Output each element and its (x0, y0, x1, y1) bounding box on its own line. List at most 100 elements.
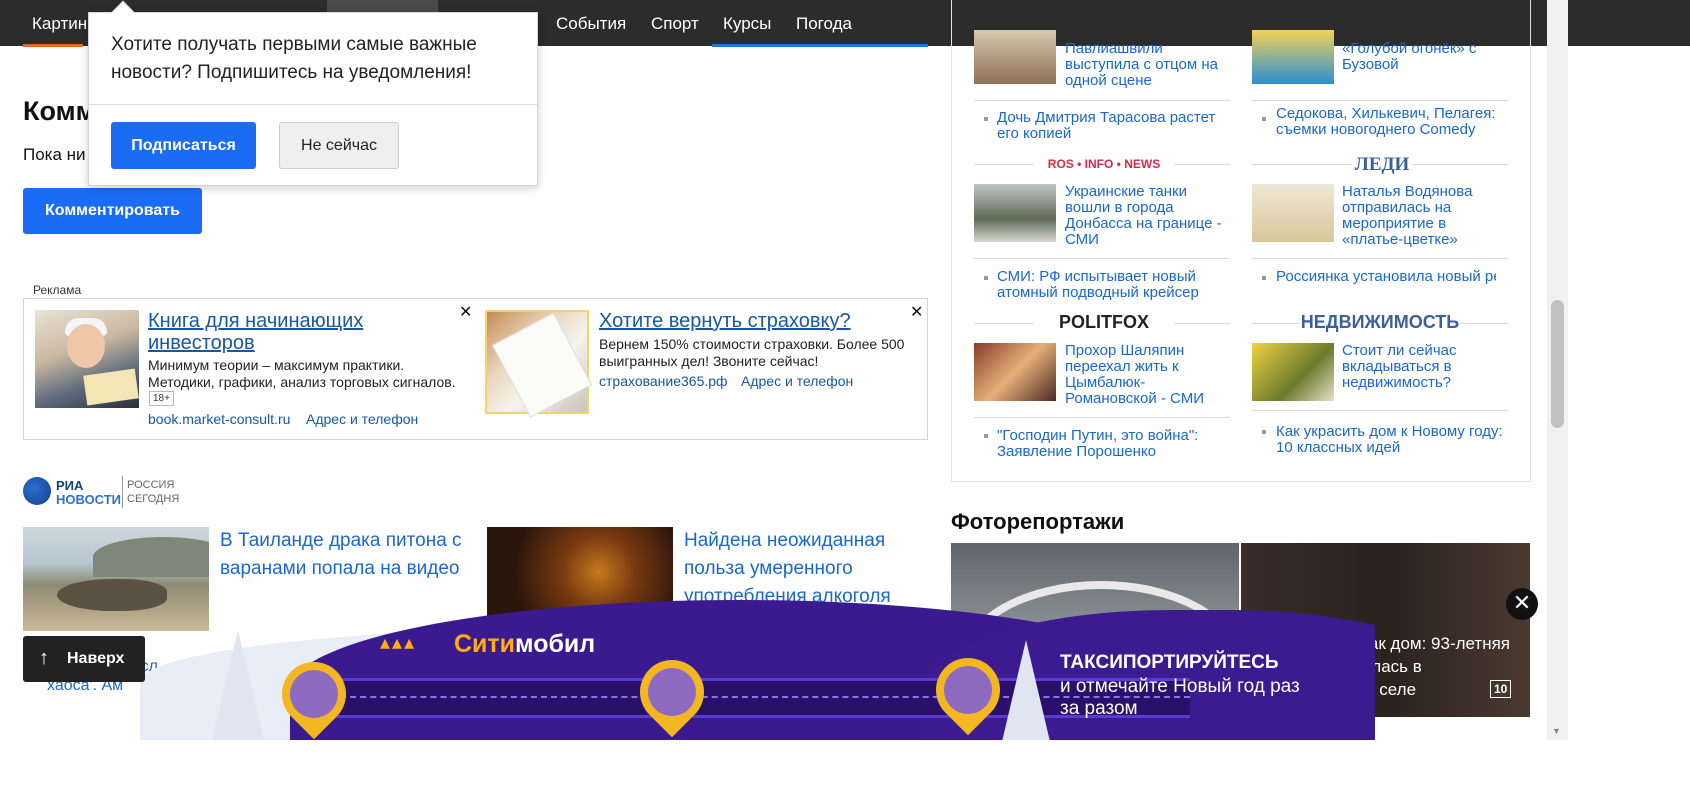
divider (1174, 164, 1230, 165)
ad-image-book (83, 368, 139, 406)
not-now-button[interactable]: Не сейчас (279, 122, 399, 169)
ad-investor-image[interactable] (35, 310, 139, 408)
page-scrollbar[interactable]: ▼ (1547, 0, 1568, 740)
ad-investor-text: Минимум теории – максимум практики. Мето… (148, 357, 456, 390)
bullet (1262, 276, 1266, 280)
ad-investor-title[interactable]: Книга для начинающих инвесторов (148, 310, 408, 354)
news-thumbnail[interactable] (1252, 30, 1334, 84)
news-thumbnail-vodianova[interactable] (1252, 184, 1334, 242)
photo-count-badge: 10 (1490, 680, 1512, 698)
news-link[interactable]: Павлиашвили выступила с отцом на одной с… (1065, 41, 1230, 89)
news-thumbnail-realty[interactable] (1252, 343, 1334, 401)
bullet (1262, 117, 1266, 121)
section-underline-orange (23, 44, 83, 47)
divider (1412, 164, 1508, 165)
nav-item-rates[interactable]: Курсы (723, 14, 771, 34)
ria-logo-line1: РИА (56, 478, 84, 493)
rosinfonews-logo[interactable]: ROS • INFO • NEWS (1034, 157, 1174, 171)
logo-part2: мобил (515, 630, 596, 658)
news-link[interactable]: Стоит ли сейчас вкладываться в недвижимо… (1342, 343, 1507, 391)
bottom-strip (0, 740, 1690, 798)
popup-divider (89, 104, 539, 105)
ria-logo-separator (122, 476, 123, 508)
nav-item-events[interactable]: События (556, 14, 626, 34)
divider (1174, 323, 1230, 324)
news-thumbnail[interactable] (974, 30, 1056, 84)
banner-slogan: ТАКСИПОРТИРУЙТЕСЬ (1060, 652, 1279, 673)
divider (1252, 410, 1508, 411)
section-underline-blue (712, 44, 928, 47)
ad-investor-address-link[interactable]: Адрес и телефон (306, 411, 418, 427)
scrollbar-thumb[interactable] (1551, 300, 1564, 428)
photo-reports-title: Фоторепортажи (951, 509, 1125, 534)
partner-news-box: Павлиашвили выступила с отцом на одной с… (951, 0, 1531, 482)
news-link[interactable]: Прохор Шаляпин переехал жить к Цымбалюк-… (1065, 343, 1230, 407)
ad-investor-domain[interactable]: book.market-consult.ru (148, 411, 290, 427)
bullet (984, 117, 988, 121)
news-thumbnail-tank[interactable] (974, 184, 1056, 242)
comments-title: Комм (23, 96, 96, 126)
divider (1252, 258, 1508, 259)
comments-empty-text: Пока ни (23, 145, 86, 164)
nav-item-pictures[interactable]: Картин (32, 14, 87, 34)
news-link[interactable]: Седокова, Хилькевич, Пелагея: съемки нов… (1276, 106, 1506, 138)
ria-novosti-logo[interactable]: РИА НОВОСТИ РОССИЯ СЕГОДНЯ (23, 474, 183, 510)
ad-image-face (67, 324, 105, 368)
news-link[interactable]: Россиянка установила новый рекорд по кол… (1276, 269, 1496, 285)
news-link[interactable]: Как украсить дом к Новому году: 10 класс… (1276, 424, 1506, 456)
scroll-down-arrow-icon[interactable]: ▼ (1552, 726, 1561, 736)
news-link[interactable]: Найдена неожиданная польза умеренного уп… (684, 527, 924, 611)
subscribe-popup: Хотите получать первыми самые важные нов… (88, 0, 539, 186)
comment-button[interactable]: Комментировать (23, 188, 202, 234)
news-link[interactable]: Наталья Водянова отправилась на мероприя… (1342, 184, 1507, 248)
politfox-logo[interactable]: POLITFOX (1034, 312, 1174, 333)
ad-insurance-image[interactable] (485, 310, 593, 418)
logo-part1: Сити (454, 630, 516, 658)
ad-block: Книга для начинающих инвесторов Минимум … (23, 298, 928, 440)
subscribe-button[interactable]: Подписаться (111, 122, 256, 169)
bullet (984, 434, 988, 438)
divider (974, 323, 1034, 324)
ad-insurance-address-link[interactable]: Адрес и телефон (741, 373, 853, 389)
ad-insurance-text: Вернем 150% стоимости страховки. Более 5… (599, 336, 905, 369)
popup-message: Хотите получать первыми самые важные нов… (111, 34, 477, 83)
nav-item-weather[interactable]: Погода (796, 14, 852, 34)
banner-subslogan: и отмечайте Новый год раз за разом (1060, 676, 1300, 719)
thumb-hill (93, 537, 209, 577)
news-link[interactable]: Украинские танки вошли в города Донбасса… (1065, 184, 1230, 248)
ad-label: Реклама (33, 283, 82, 297)
news-link[interactable]: СМИ: РФ испытывает новый атомный подводн… (997, 269, 1227, 301)
news-thumbnail-shalyapin[interactable] (974, 343, 1056, 401)
news-link[interactable]: Дочь Дмитрия Тарасова растет его копией (997, 110, 1227, 142)
tree-icon (212, 630, 264, 740)
bullet (1262, 430, 1266, 434)
back-to-top-button[interactable]: ↑ Наверх (23, 636, 145, 682)
nav-item-sport[interactable]: Спорт (651, 14, 699, 34)
news-link[interactable]: "Господин Путин, это война": Заявление П… (997, 428, 1227, 460)
bullet (984, 276, 988, 280)
ria-logo-side: РОССИЯ СЕГОДНЯ (127, 479, 180, 505)
arrow-up-icon: ↑ (39, 647, 49, 669)
tree-icon (1000, 640, 1052, 740)
ad-insurance-domain[interactable]: страхование365.рф (599, 373, 728, 389)
divider (974, 164, 1034, 165)
close-icon[interactable]: ✕ (1506, 588, 1538, 620)
back-to-top-label: Наверх (67, 650, 125, 667)
news-link[interactable]: «Голубой огонёк» с Бузовой (1342, 41, 1507, 73)
citymobil-logo-icon: ▴▴▴ (380, 632, 417, 654)
divider (1252, 323, 1300, 324)
ad-close-icon[interactable]: ✕ (910, 302, 923, 322)
citymobil-banner[interactable]: ▴▴▴ Ситимобил ТАКСИПОРТИРУЙТЕСЬ и отмеча… (140, 600, 1375, 740)
ad-image-paper (491, 312, 593, 418)
divider (1460, 323, 1508, 324)
news-link[interactable]: В Таиланде драка питона с варанами попал… (220, 527, 470, 583)
ledi-logo[interactable]: ЛЕДИ (1352, 154, 1412, 176)
divider (974, 417, 1230, 418)
ria-globe-icon (23, 477, 51, 505)
realty-logo[interactable]: НЕДВИЖИМОСТЬ (1300, 312, 1460, 333)
ad-insurance-title[interactable]: Хотите вернуть страховку? (599, 310, 851, 333)
ad-close-icon[interactable]: ✕ (459, 302, 472, 322)
nav-active-tab-bg (327, 0, 438, 12)
citymobil-logo: Ситимобил (454, 630, 595, 659)
divider (974, 258, 1230, 259)
